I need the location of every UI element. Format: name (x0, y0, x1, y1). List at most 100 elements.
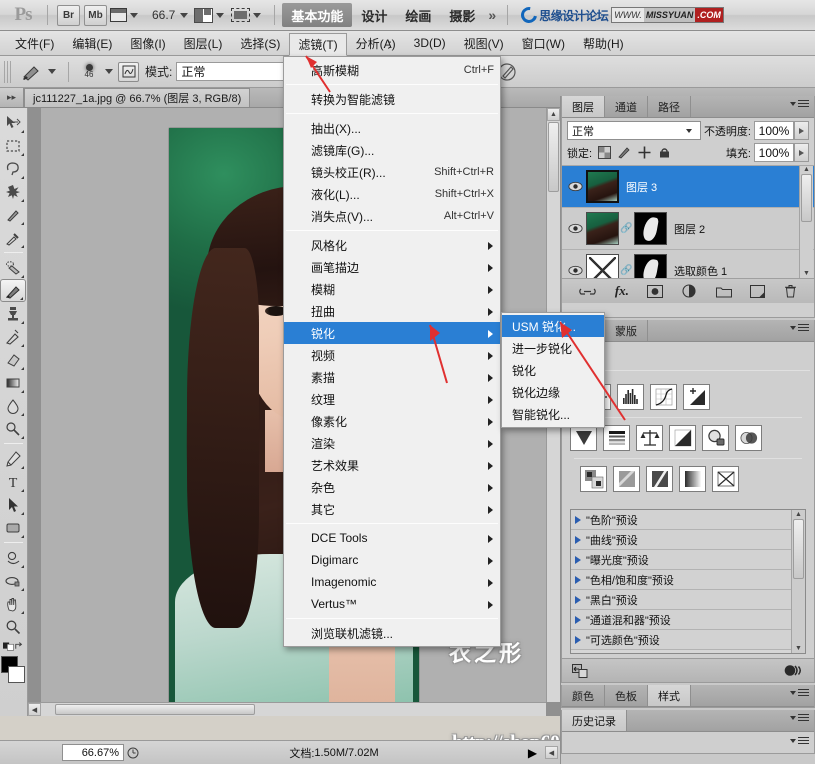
background-color-swatch[interactable] (8, 666, 25, 683)
adjustments-panel-menu-button[interactable] (790, 324, 809, 332)
crop-tool[interactable] (0, 203, 26, 226)
menu-item-distort[interactable]: 扭曲 (284, 300, 500, 322)
history-panel-menu-button[interactable] (790, 714, 809, 722)
menu-item-liquify[interactable]: 液化(L)... Shift+Ctrl+X (284, 183, 500, 205)
view-extras-button[interactable] (110, 5, 143, 26)
menu-item-vertus[interactable]: Vertus™ (284, 593, 500, 615)
layers-scrollbar[interactable]: ▲ ▼ (799, 166, 813, 278)
lock-position-icon[interactable] (638, 146, 651, 159)
expand-triangle-icon[interactable] (575, 595, 581, 604)
list-item[interactable]: "可选颜色"预设 (571, 630, 791, 650)
color-panel-menu-button[interactable] (790, 689, 809, 697)
menu-3d[interactable]: 3D(D) (405, 33, 455, 53)
presets-scroll-thumb[interactable] (793, 519, 804, 579)
menu-filter[interactable]: 滤镜(T) (289, 32, 347, 56)
workspace-tab-photography[interactable]: 摄影 (440, 3, 484, 27)
dodge-tool[interactable] (0, 417, 26, 440)
new-fill-adjustment-icon[interactable] (682, 284, 697, 298)
menu-item-convert-smart-filter[interactable]: 转换为智能滤镜 (284, 88, 500, 110)
photo-filter-icon[interactable] (702, 425, 729, 451)
menu-item-sketch[interactable]: 素描 (284, 366, 500, 388)
menu-item-sharpen-edges[interactable]: 锐化边缘 (502, 381, 604, 403)
menu-item-dce-tools[interactable]: DCE Tools (284, 527, 500, 549)
menu-item-digimarc[interactable]: Digimarc (284, 549, 500, 571)
menu-item-texture[interactable]: 纹理 (284, 388, 500, 410)
scroll-up-arrow[interactable]: ▲ (547, 108, 560, 121)
lasso-tool[interactable] (0, 157, 26, 180)
arrange-documents-button[interactable] (194, 5, 229, 26)
list-item[interactable]: "曝光度"预设 (571, 550, 791, 570)
menu-item-vanishing-point[interactable]: 消失点(V)... Alt+Ctrl+V (284, 205, 500, 227)
adjustment-presets-list[interactable]: "色阶"预设 "曲线"预设 "曝光度"预设 "色相/饱和度"预设 "黑白"预设 … (570, 509, 806, 654)
3d-orbit-tool[interactable] (0, 569, 26, 592)
mini-bridge-button[interactable]: Mb (84, 4, 107, 26)
table-row[interactable]: 图层 3 (562, 166, 814, 208)
menu-item-video[interactable]: 视频 (284, 344, 500, 366)
layers-scroll-thumb[interactable] (801, 174, 812, 222)
canvas-horizontal-scrollbar[interactable]: ◀ (28, 702, 546, 716)
menu-item-artistic[interactable]: 艺术效果 (284, 454, 500, 476)
layer-style-fx-icon[interactable]: fx. (615, 283, 629, 299)
healing-brush-tool[interactable] (0, 256, 26, 279)
layer-mask-thumbnail[interactable] (634, 254, 667, 278)
expand-triangle-icon[interactable] (575, 635, 581, 644)
delete-layer-icon[interactable] (784, 284, 797, 298)
table-row[interactable]: 🔗 图层 2 (562, 208, 814, 250)
expand-triangle-icon[interactable] (575, 535, 581, 544)
menu-item-browse-online-filters[interactable]: 浏览联机滤镜... (284, 622, 500, 644)
new-layer-icon[interactable] (750, 284, 766, 298)
expand-triangle-icon[interactable] (575, 615, 581, 624)
brush-panel-toggle-button[interactable] (118, 61, 139, 82)
menu-item-lens-correction[interactable]: 镜头校正(R)... Shift+Ctrl+R (284, 161, 500, 183)
menu-item-usm-sharpen[interactable]: USM 锐化... (502, 315, 604, 337)
list-item[interactable]: "黑白"预设 (571, 590, 791, 610)
menu-image[interactable]: 图像(I) (121, 32, 174, 55)
scroll-left-arrow[interactable]: ◀ (28, 703, 41, 716)
type-tool[interactable]: T (0, 470, 26, 493)
selective-color-icon[interactable] (712, 466, 739, 492)
menu-help[interactable]: 帮助(H) (574, 32, 633, 55)
tab-color[interactable]: 颜色 (562, 685, 605, 706)
menu-edit[interactable]: 编辑(E) (63, 32, 121, 55)
options-bar-grip[interactable] (4, 60, 13, 83)
menu-window[interactable]: 窗口(W) (513, 32, 574, 55)
scroll-up-arrow[interactable]: ▲ (792, 510, 805, 518)
posterize-icon[interactable] (613, 466, 640, 492)
marquee-tool[interactable] (0, 134, 26, 157)
menu-item-render[interactable]: 渲染 (284, 432, 500, 454)
layer-name[interactable]: 图层 2 (669, 221, 705, 237)
expand-triangle-icon[interactable] (575, 515, 581, 524)
layer-visibility-toggle[interactable] (564, 265, 586, 276)
presets-scrollbar[interactable]: ▲ ▼ (791, 510, 805, 653)
path-selection-tool[interactable] (0, 493, 26, 516)
tab-masks[interactable]: 蒙版 (605, 320, 648, 341)
add-layer-mask-icon[interactable] (647, 284, 664, 298)
vertical-scroll-thumb[interactable] (548, 122, 559, 192)
lock-image-pixels-icon[interactable] (618, 146, 631, 159)
menu-item-pixelate[interactable]: 像素化 (284, 410, 500, 432)
quick-selection-tool[interactable] (0, 180, 26, 203)
menu-analysis[interactable]: 分析(A) (347, 32, 405, 55)
sharpen-submenu[interactable]: USM 锐化... 进一步锐化 锐化 锐化边缘 智能锐化... (501, 312, 605, 428)
panel-expand-handle[interactable]: ▸▸ (0, 88, 24, 107)
bridge-button[interactable]: Br (57, 4, 80, 26)
menu-item-stylize[interactable]: 风格化 (284, 234, 500, 256)
view-previous-state-icon[interactable] (784, 664, 804, 677)
lock-transparent-pixels-icon[interactable] (598, 146, 612, 159)
eyedropper-tool[interactable] (0, 226, 26, 249)
3d-rotate-tool[interactable] (0, 546, 26, 569)
exposure-icon[interactable] (683, 384, 710, 410)
layer-opacity-input[interactable]: 100% (754, 121, 794, 140)
horizontal-scroll-thumb[interactable] (55, 704, 255, 715)
color-balance-icon[interactable] (636, 425, 663, 451)
menu-file[interactable]: 文件(F) (6, 32, 63, 55)
zoom-percentage-field[interactable]: 66.67% (62, 744, 124, 761)
blur-tool[interactable] (0, 394, 26, 417)
tool-preset-chevron-icon[interactable] (48, 69, 56, 74)
mask-link-icon[interactable]: 🔗 (620, 223, 632, 234)
menu-item-brush-strokes[interactable]: 画笔描边 (284, 256, 500, 278)
history-brush-tool[interactable] (0, 325, 26, 348)
layers-list[interactable]: 图层 3 🔗 图层 2 🔗 选取颜色 1 ▲ ▼ (562, 165, 814, 278)
default-colors-icon[interactable] (3, 640, 14, 652)
scroll-down-arrow[interactable]: ▼ (800, 270, 813, 277)
